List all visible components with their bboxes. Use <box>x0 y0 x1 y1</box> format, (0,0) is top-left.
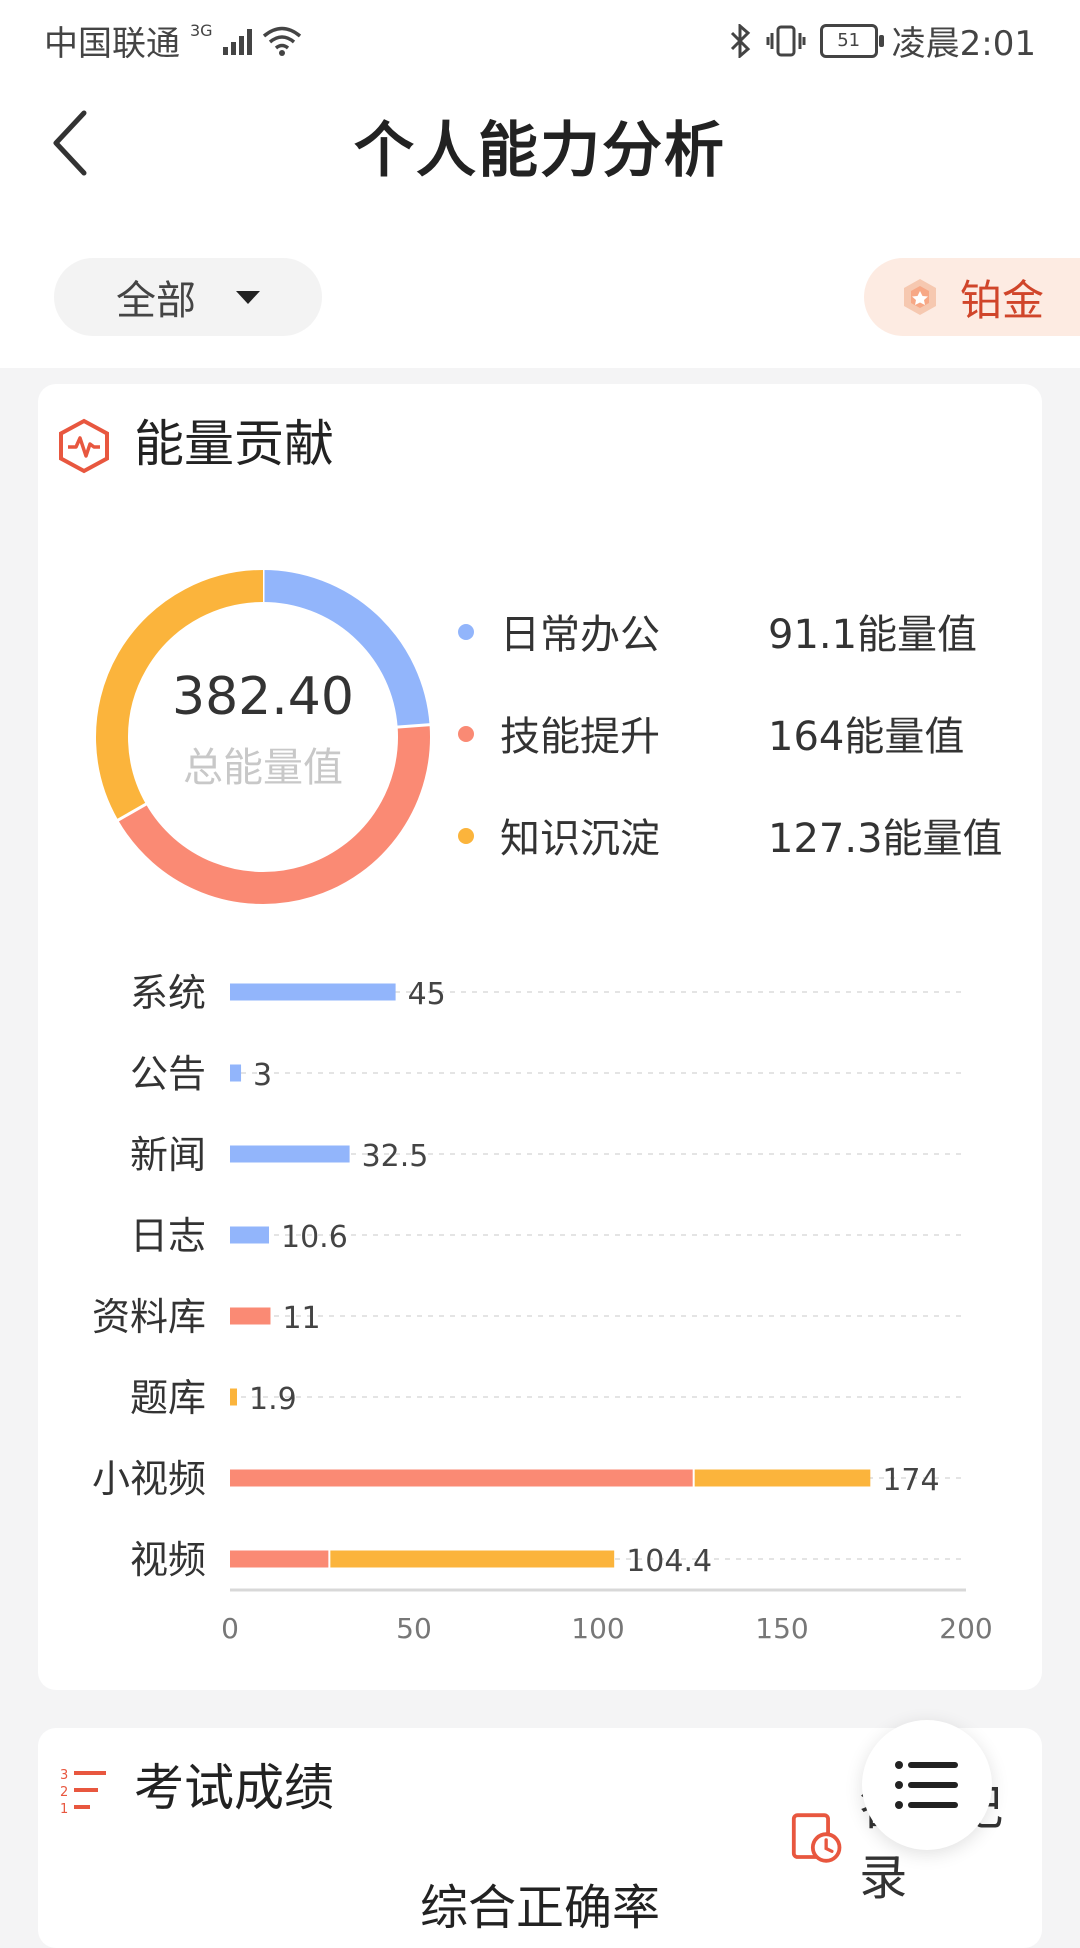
bar-value-label: 174 <box>882 1463 939 1498</box>
signal-icon <box>222 27 252 55</box>
legend-item: 日常办公 91.1能量值 <box>458 602 1038 704</box>
category-label: 小视频 <box>92 1457 206 1501</box>
title-bar: 个人能力分析 <box>0 96 1080 186</box>
x-tick-label: 50 <box>396 1612 432 1645</box>
category-label: 资料库 <box>92 1295 206 1339</box>
category-label: 公告 <box>130 1052 206 1096</box>
bar-value-label: 104.4 <box>626 1544 712 1579</box>
legend-item: 知识沉淀 127.3能量值 <box>458 806 1038 908</box>
level-badge[interactable]: 铂金 <box>864 258 1080 336</box>
energy-legend: 日常办公 91.1能量值 技能提升 164能量值 知识沉淀 127.3能量值 <box>458 602 1038 908</box>
card-title: 考试成绩 <box>134 1759 334 1817</box>
header: 中国联通 3G 51 凌晨2:01 个人能力分析 全部 铂金 <box>0 0 1080 368</box>
filter-label: 全部 <box>116 278 196 324</box>
caret-down-icon <box>236 290 260 304</box>
page-title: 个人能力分析 <box>354 116 726 186</box>
battery-icon: 51 <box>819 23 884 58</box>
bar-segment <box>693 1469 871 1487</box>
level-badge-label: 铂金 <box>960 275 1045 325</box>
category-label: 系统 <box>130 971 206 1015</box>
menu-icon <box>895 1761 958 1809</box>
activity-hexagon-icon <box>59 418 109 474</box>
svg-text:3: 3 <box>60 1768 68 1783</box>
x-tick-label: 100 <box>571 1612 624 1645</box>
bar-segment <box>230 1388 237 1406</box>
x-tick-label: 150 <box>755 1612 808 1645</box>
category-label: 视频 <box>130 1538 206 1582</box>
total-energy-value: 382.40 <box>172 667 354 727</box>
legend-dot <box>458 624 474 640</box>
bar-value-label: 3 <box>253 1058 272 1093</box>
bar-value-label: 45 <box>408 977 446 1012</box>
bar-segment <box>230 983 396 1001</box>
status-bar: 中国联通 3G 51 凌晨2:01 <box>0 0 1080 76</box>
x-tick-label: 0 <box>221 1612 239 1645</box>
bar-value-label: 10.6 <box>281 1220 348 1255</box>
bar-value-label: 32.5 <box>362 1139 429 1174</box>
clock: 凌晨2:01 <box>891 24 1036 64</box>
legend-item: 技能提升 164能量值 <box>458 704 1038 806</box>
bar-segment <box>329 1550 615 1568</box>
bar-segment <box>230 1307 271 1325</box>
carrier-name: 中国联通 <box>44 24 180 64</box>
bar-segment <box>230 1145 350 1163</box>
legend-value: 91.1能量值 <box>768 612 978 658</box>
bar-segment <box>230 1469 694 1487</box>
vibrate-icon <box>766 25 806 56</box>
medal-icon <box>904 279 936 315</box>
legend-dot <box>458 726 474 742</box>
bar-segment <box>230 1226 270 1244</box>
legend-value: 164能量值 <box>768 714 965 760</box>
category-label: 题库 <box>130 1376 206 1420</box>
total-energy-label: 总能量值 <box>183 745 343 791</box>
bluetooth-icon <box>730 23 750 58</box>
category-label: 新闻 <box>130 1133 206 1177</box>
energy-contribution-card: 能量贡献 382.40 总能量值 日常办公 91.1能量值 技能提升 164能量… <box>38 384 1042 1690</box>
legend-name: 技能提升 <box>500 714 660 760</box>
ranking-list-icon: 3 2 1 <box>60 1768 106 1817</box>
x-tick-label: 200 <box>939 1612 992 1645</box>
svg-text:1: 1 <box>60 1802 68 1817</box>
svg-text:2: 2 <box>60 1785 68 1800</box>
energy-source-bar-chart: 系统公告新闻日志资料库题库小视频视频 0 50 100 150 200 45 3 32.5 10.… <box>38 944 1042 1664</box>
category-label: 日志 <box>130 1214 206 1258</box>
menu-fab-button[interactable] <box>862 1720 992 1850</box>
legend-name: 知识沉淀 <box>500 816 660 862</box>
bar-segment <box>230 1064 242 1082</box>
legend-value: 127.3能量值 <box>768 816 1003 862</box>
legend-dot <box>458 828 474 844</box>
overall-accuracy-title: 综合正确率 <box>419 1880 660 1936</box>
legend-name: 日常办公 <box>500 612 660 658</box>
card-title: 能量贡献 <box>134 415 334 473</box>
wifi-icon <box>262 26 301 56</box>
category-filter-dropdown[interactable]: 全部 <box>54 258 322 336</box>
bar-segment <box>230 1550 330 1568</box>
energy-donut-chart: 382.40 总能量值 <box>93 567 433 907</box>
bar-value-label: 11 <box>282 1301 320 1336</box>
bar-value-label: 1.9 <box>249 1382 297 1417</box>
network-type: 3G <box>190 21 213 40</box>
record-clock-icon <box>791 1813 842 1863</box>
